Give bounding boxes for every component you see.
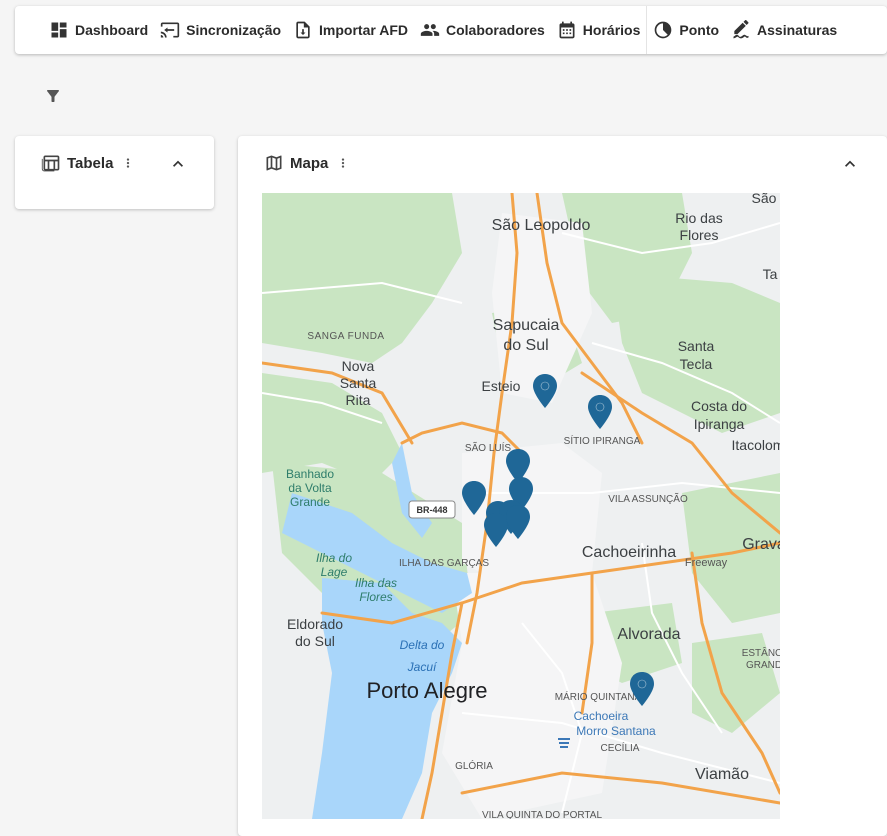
tabela-collapse-button[interactable] [168,154,188,174]
filter-icon [47,90,59,102]
label-sao-leopoldo: São Leopoldo [492,217,591,234]
nav-sincronizacao-label: Sincronização [186,22,282,38]
label-vila-assuncao: VILA ASSUNÇÃO [608,492,688,505]
label-vila-portal: VILA QUINTA DO PORTAL [482,810,602,819]
label-mario-quintana: MÁRIO QUINTANA [555,690,642,703]
chevron-up-icon [173,160,183,167]
label-br448: BR-448 [416,505,447,515]
label-ilha-das-garcas: ILHA DAS GARÇAS [399,558,489,569]
label-rio-das: Rio das [675,210,722,226]
clock-half-icon [655,21,672,39]
label-grande: Grande [290,495,330,509]
label-flores: Flores [680,227,719,243]
label-sapucaia: Sapucaia [493,317,560,334]
label-ilha-do: Ilha do [316,551,352,565]
nav-assinaturas-label: Assinaturas [757,22,838,38]
people-icon [420,24,440,36]
table-icon [41,155,60,172]
nav-dashboard[interactable]: Dashboard [43,6,154,54]
nav-horarios-label: Horários [582,22,641,38]
nav-colaboradores-label: Colaboradores [445,22,545,38]
label-delta-do: Delta do [400,638,445,652]
label-grava: Grava [742,536,780,553]
top-navigation-bar: Dashboard Sincronização Importar AFD Col… [15,6,887,54]
nav-importar-afd[interactable]: Importar AFD [287,6,414,54]
map-canvas: São Leopoldo Rio das Flores São Ta SANGA… [262,193,780,819]
mapa-title: Mapa [290,154,329,172]
label-santa: Santa [678,338,715,354]
map-view[interactable]: São Leopoldo Rio das Flores São Ta SANGA… [262,193,780,819]
label-viamao: Viamão [695,766,749,783]
dashboard-icon [51,22,67,38]
mapa-more-button[interactable] [336,154,350,172]
label-ilha-das: Ilha das [355,576,397,590]
label-porto-alegre: Porto Alegre [366,678,487,703]
label-lage: Lage [321,565,348,579]
label-cecilia: CECÍLIA [601,741,640,754]
map-icon [266,155,282,171]
more-vert-icon [127,158,130,168]
mapa-collapse-button[interactable] [840,154,860,174]
label-estancia: ESTÂNC [742,646,780,659]
nav-horarios[interactable]: Horários [551,6,647,54]
nav-ponto-label: Ponto [679,22,720,38]
label-do-sul: do Sul [503,337,548,354]
label-tecla: Tecla [680,356,713,372]
label-eldorado: Eldorado [287,616,343,632]
label-rita: Rita [346,392,371,408]
label-flores-2: Flores [359,590,392,604]
label-costa-do: Costa do [691,398,747,414]
label-ta: Ta [763,266,778,282]
more-vert-icon [342,158,345,168]
filter-button[interactable] [44,87,62,105]
label-alvorada: Alvorada [617,626,680,643]
label-do-sul-2: do Sul [295,633,335,649]
label-sao-luis: SÃO LUÍS [465,441,511,454]
label-itacolomi: Itacolom [732,437,780,453]
chevron-up-icon [845,160,855,167]
label-sao: São [752,193,777,206]
label-gloria: GLÓRIA [455,759,493,772]
nav-ponto[interactable]: Ponto [647,6,725,54]
calendar-icon [559,21,575,39]
label-sitio-ipiranga: SÍTIO IPIRANGA [564,434,641,447]
mapa-header: Mapa [264,153,350,173]
label-santa-2: Santa [340,375,377,391]
label-cachoeira: Cachoeira [574,709,629,723]
nav-sincronizacao[interactable]: Sincronização [154,6,287,54]
label-banhado: Banhado [286,467,334,481]
nav-dashboard-label: Dashboard [75,22,149,38]
tabela-more-button[interactable] [121,154,135,172]
tabela-title: Tabela [67,154,114,172]
label-morro-santana: Morro Santana [576,724,656,738]
tabela-header: Tabela [41,153,135,173]
nav-colaboradores[interactable]: Colaboradores [414,6,551,54]
label-jacui: Jacuí [407,660,438,674]
label-cachoeirinha: Cachoeirinha [582,544,676,561]
import-file-icon [296,21,310,39]
nav-importar-afd-label: Importar AFD [319,22,408,38]
nav-assinaturas[interactable]: Assinaturas [725,6,843,54]
label-grand: GRAND [746,660,780,671]
label-freeway: Freeway [685,557,728,569]
signature-icon [733,20,749,39]
label-sanga-funda: SANGA FUNDA [307,331,384,342]
tabela-card: Tabela [15,136,214,209]
label-ipiranga: Ipiranga [694,416,745,432]
label-da-volta: da Volta [288,481,332,495]
label-nova: Nova [342,358,375,374]
label-esteio: Esteio [482,378,521,394]
sync-screen-icon [160,22,180,38]
